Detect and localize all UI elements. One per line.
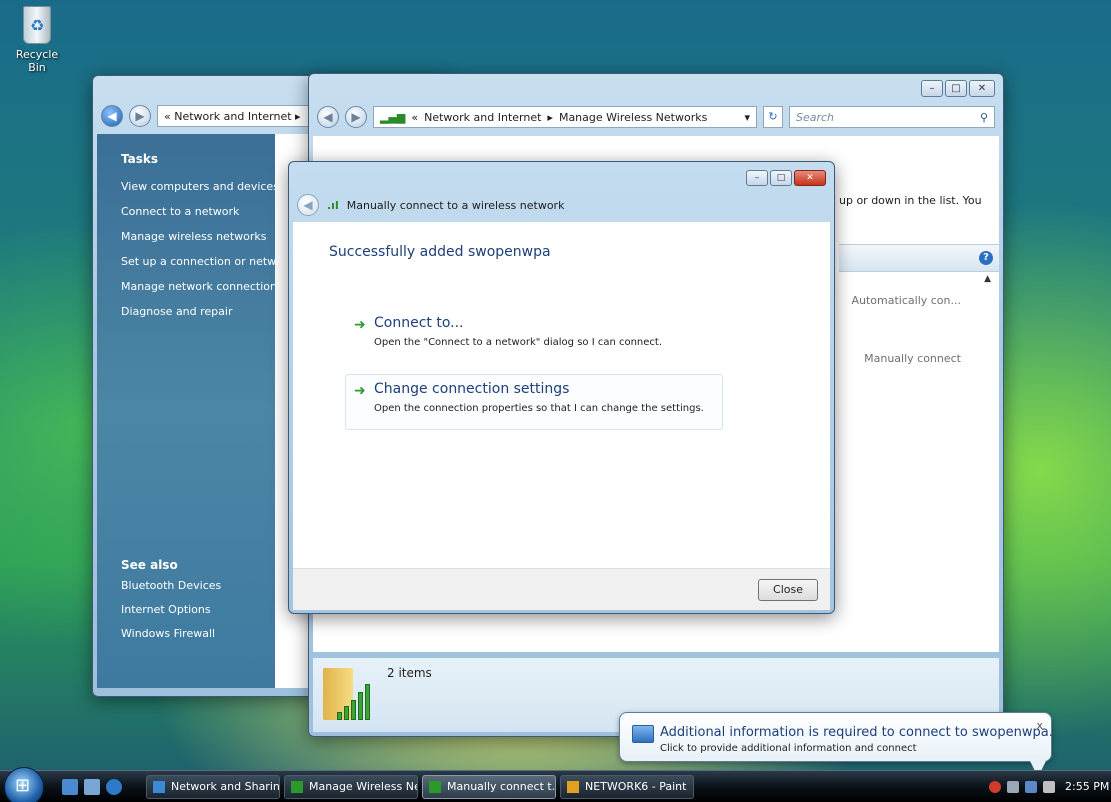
wireless-signal-icon: ▂▄▆ <box>380 110 406 124</box>
caret-up-icon[interactable]: ▲ <box>984 274 991 284</box>
task-diagnose-repair[interactable]: Diagnose and repair <box>121 299 275 324</box>
column-header-strip: ? <box>839 244 999 272</box>
maximize-icon[interactable]: □ <box>945 80 967 97</box>
wireless-signal-icon <box>429 781 441 793</box>
see-also-firewall[interactable]: Windows Firewall <box>121 622 221 646</box>
network-warning-icon <box>632 725 654 743</box>
chevron-down-icon[interactable]: ▾ <box>744 111 750 124</box>
connect-to-command[interactable]: ➜ Connect to... Open the "Connect to a n… <box>345 308 723 364</box>
task-manage-wireless[interactable]: Manage wireless networks <box>121 224 275 249</box>
balloon-subtitle: Click to provide additional information … <box>660 743 917 754</box>
taskbar-button-manage-wireless[interactable]: Manage Wireless Ne... <box>284 775 418 799</box>
taskbar-buttons: Network and Sharin... Manage Wireless Ne… <box>146 775 694 799</box>
show-desktop-icon[interactable] <box>62 779 78 795</box>
instructions-text: up or down in the list. You <box>839 194 982 207</box>
taskbar-button-manually-connect[interactable]: Manually connect t... <box>422 775 556 799</box>
balloon-title: Additional information is required to co… <box>660 725 1053 740</box>
maximize-icon[interactable]: □ <box>770 170 792 186</box>
recycle-bin-icon <box>23 6 51 44</box>
clock[interactable]: 2:55 PM <box>1065 780 1109 793</box>
task-connect-to-network[interactable]: Connect to a network <box>121 199 275 224</box>
recycle-bin-label: Recycle Bin <box>15 48 59 74</box>
arrow-right-icon: ➜ <box>354 383 366 399</box>
minimize-icon[interactable]: – <box>746 170 768 186</box>
quick-launch <box>62 779 122 795</box>
breadcrumb-separator[interactable]: ▸ <box>547 111 553 124</box>
minimize-icon[interactable]: – <box>921 80 943 97</box>
command-title: Connect to... <box>374 315 464 331</box>
close-icon[interactable]: ✕ <box>969 80 995 97</box>
system-tray: 2:55 PM <box>983 771 1111 802</box>
wireless-signal-icon: .ıl <box>327 198 339 212</box>
command-title: Change connection settings <box>374 381 570 397</box>
search-input[interactable]: Search ⚲ <box>789 106 995 128</box>
dialog-caption-buttons: – □ ✕ <box>746 170 826 186</box>
arrow-right-icon: ➜ <box>354 317 366 333</box>
close-icon[interactable]: ✕ <box>794 170 826 186</box>
see-also-bluetooth[interactable]: Bluetooth Devices <box>121 574 221 598</box>
dialog-title: Manually connect to a wireless network <box>346 198 565 212</box>
volume-icon[interactable] <box>1043 780 1055 793</box>
forward-arrow-icon[interactable]: ▶ <box>345 106 367 128</box>
start-button[interactable] <box>4 767 44 802</box>
tasks-pane: Tasks View computers and devices Connect… <box>97 134 294 688</box>
window-caption-buttons: – □ ✕ <box>921 80 995 97</box>
taskbar-button-paint[interactable]: NETWORK6 - Paint <box>560 775 694 799</box>
help-icon[interactable]: ? <box>979 251 993 265</box>
wireless-signal-icon <box>291 781 303 793</box>
internet-explorer-icon[interactable] <box>106 779 122 795</box>
forward-arrow-icon[interactable]: ▶ <box>129 105 151 127</box>
dialog-header: ◀ .ıl Manually connect to a wireless net… <box>297 192 564 218</box>
close-button[interactable]: Close <box>758 579 818 601</box>
network-icon <box>153 781 165 793</box>
back-arrow-icon[interactable]: ◀ <box>317 106 339 128</box>
breadcrumb-prefix: « <box>411 110 419 124</box>
close-icon[interactable]: x <box>1036 719 1043 732</box>
breadcrumb-current[interactable]: Manage Wireless Networks <box>559 111 707 124</box>
command-description: Open the "Connect to a network" dialog s… <box>374 337 663 348</box>
change-connection-settings-command[interactable]: ➜ Change connection settings Open the co… <box>345 374 723 430</box>
breadcrumb[interactable]: ▂▄▆ « Network and Internet ▸ Manage Wire… <box>373 106 757 128</box>
wireless-folder-icon <box>323 668 370 724</box>
back-arrow-icon[interactable]: ◀ <box>297 194 319 216</box>
network-mode-automatic[interactable]: Automatically con... <box>851 294 961 307</box>
see-also-internet-options[interactable]: Internet Options <box>121 598 221 622</box>
item-count: 2 items <box>387 666 432 680</box>
task-manage-connections[interactable]: Manage network connections <box>121 274 283 299</box>
see-also-section: See also Bluetooth Devices Internet Opti… <box>121 558 221 646</box>
command-description: Open the connection properties so that I… <box>374 403 704 414</box>
paint-icon <box>567 781 579 793</box>
notification-balloon[interactable]: Additional information is required to co… <box>619 712 1053 777</box>
tasks-heading: Tasks <box>121 152 159 166</box>
refresh-icon[interactable]: ↻ <box>763 106 783 128</box>
taskbar: Network and Sharin... Manage Wireless Ne… <box>0 767 1111 802</box>
recycle-bin-desktop-icon[interactable]: Recycle Bin <box>6 6 68 74</box>
dialog-footer: Close <box>293 568 830 610</box>
back-arrow-icon[interactable]: ◀ <box>101 105 123 127</box>
address-bar: ◀ ▶ ▂▄▆ « Network and Internet ▸ Manage … <box>317 104 995 130</box>
breadcrumb-parent[interactable]: Network and Internet <box>424 111 541 124</box>
search-icon[interactable]: ⚲ <box>980 111 988 124</box>
dialog-heading: Successfully added swopenwpa <box>329 244 551 260</box>
manual-connect-dialog[interactable]: – □ ✕ ◀ .ıl Manually connect to a wirele… <box>288 161 835 614</box>
task-setup-connection[interactable]: Set up a connection or network <box>121 249 294 274</box>
taskbar-button-network-sharing[interactable]: Network and Sharin... <box>146 775 280 799</box>
network-mode-manual[interactable]: Manually connect <box>864 352 961 365</box>
see-also-heading: See also <box>121 558 178 572</box>
dialog-body: Successfully added swopenwpa ➜ Connect t… <box>293 222 830 568</box>
security-alert-icon[interactable] <box>989 780 1001 793</box>
power-icon[interactable] <box>1007 780 1019 793</box>
switch-windows-icon[interactable] <box>84 779 100 795</box>
network-status-icon[interactable] <box>1025 780 1037 793</box>
task-view-computers[interactable]: View computers and devices <box>121 174 279 199</box>
